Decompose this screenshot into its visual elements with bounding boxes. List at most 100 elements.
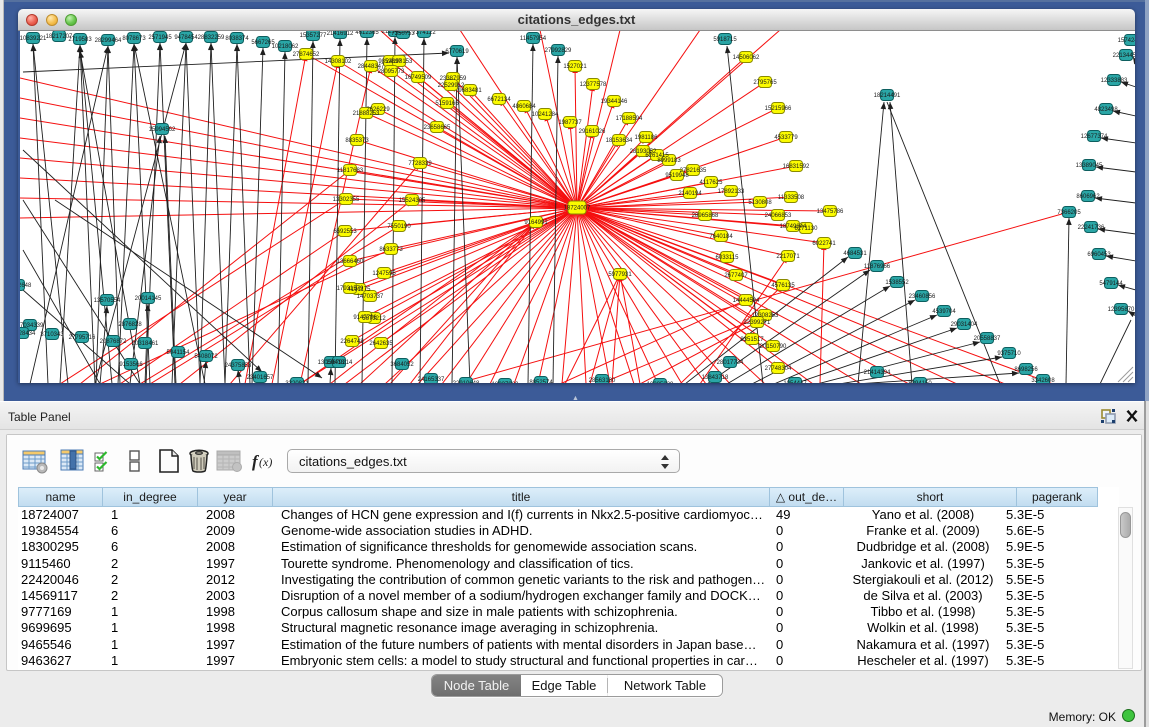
svg-text:16749509: 16749509 [405, 75, 432, 81]
svg-text:3710343: 3710343 [40, 332, 64, 338]
svg-text:24066853: 24066853 [765, 213, 792, 219]
svg-text:(x): (x) [259, 455, 272, 469]
svg-text:27748304: 27748304 [765, 366, 792, 372]
svg-text:4533779: 4533779 [774, 135, 798, 141]
svg-text:9147706: 9147706 [353, 315, 377, 321]
svg-text:1981186: 1981186 [635, 135, 659, 141]
svg-text:17892133: 17892133 [718, 189, 745, 195]
svg-text:7374122: 7374122 [412, 31, 436, 36]
svg-text:9683481: 9683481 [458, 88, 482, 94]
svg-text:20876872: 20876872 [100, 339, 127, 345]
svg-text:8698256: 8698256 [1014, 367, 1038, 373]
svg-text:20150790: 20150790 [760, 344, 787, 350]
svg-text:13679214: 13679214 [326, 360, 353, 366]
svg-text:24198153: 24198153 [386, 59, 413, 65]
svg-text:28965868: 28965868 [692, 213, 719, 219]
svg-text:10218062: 10218062 [272, 44, 299, 50]
svg-text:11457954: 11457954 [520, 36, 547, 42]
svg-text:12395870: 12395870 [1108, 307, 1135, 313]
svg-text:8606962: 8606962 [1076, 194, 1100, 200]
svg-text:21416912: 21416912 [327, 31, 354, 37]
svg-text:27992829: 27992829 [545, 48, 572, 54]
svg-text:13843718: 13843718 [702, 375, 729, 381]
svg-text:5408072: 5408072 [194, 354, 218, 360]
svg-text:15742460: 15742460 [1118, 38, 1135, 44]
svg-text:18214491: 18214491 [874, 93, 901, 99]
svg-text:5041154: 5041154 [167, 350, 191, 356]
svg-text:5479144: 5479144 [1099, 281, 1123, 287]
svg-text:12642648: 12642648 [20, 283, 32, 289]
svg-text:6770619: 6770619 [445, 49, 469, 55]
svg-text:23387959: 23387959 [440, 76, 467, 82]
svg-text:2795765: 2795765 [753, 80, 777, 86]
svg-text:11817683: 11817683 [337, 168, 364, 174]
svg-text:2140194: 2140194 [678, 191, 702, 197]
svg-text:6271130: 6271130 [795, 226, 819, 232]
svg-text:2571945: 2571945 [148, 35, 172, 41]
svg-text:20318461: 20318461 [132, 341, 159, 347]
svg-text:9153566: 9153566 [119, 362, 143, 368]
svg-text:8038374: 8038374 [225, 36, 249, 42]
svg-text:12333883: 12333883 [1101, 78, 1128, 84]
svg-text:2217071: 2217071 [776, 254, 800, 260]
svg-text:14308102: 14308102 [325, 59, 352, 65]
svg-text:13570554: 13570554 [94, 298, 121, 304]
svg-text:7350753: 7350753 [391, 31, 415, 37]
svg-text:7550190: 7550190 [387, 224, 411, 230]
svg-text:1538552: 1538552 [885, 280, 909, 286]
svg-text:13475786: 13475786 [817, 209, 844, 215]
svg-text:6692553: 6692553 [333, 229, 357, 235]
svg-text:7640184: 7640184 [709, 234, 733, 240]
svg-text:29161026: 29161026 [579, 129, 606, 135]
svg-text:23658665: 23658665 [424, 125, 451, 131]
svg-text:8835373: 8835373 [345, 138, 369, 144]
svg-text:12677374: 12677374 [1081, 134, 1108, 140]
svg-text:9375710: 9375710 [997, 351, 1021, 357]
svg-text:29031404: 29031404 [951, 322, 978, 328]
svg-text:5918715: 5918715 [713, 37, 737, 43]
svg-text:15128434: 15128434 [20, 331, 36, 337]
svg-text:18724007: 18724007 [564, 206, 591, 212]
svg-text:28095773: 28095773 [378, 69, 405, 75]
svg-text:22241736: 22241736 [1078, 225, 1105, 231]
svg-text:18153634: 18153634 [606, 138, 633, 144]
svg-text:10241284: 10241284 [532, 112, 559, 118]
svg-text:27874652: 27874652 [293, 52, 320, 58]
svg-text:4860684: 4860684 [512, 104, 536, 110]
svg-text:15215966: 15215966 [765, 106, 792, 112]
svg-text:27795716: 27795716 [69, 335, 96, 341]
svg-text:6672134: 6672134 [487, 97, 511, 103]
svg-text:8078673: 8078673 [122, 36, 146, 42]
svg-text:9519948: 9519948 [665, 173, 689, 179]
svg-text:28017734: 28017734 [717, 360, 744, 366]
svg-text:5130808: 5130808 [748, 200, 772, 206]
svg-text:12308253: 12308253 [752, 313, 779, 319]
svg-text:9478454: 9478454 [174, 35, 198, 41]
svg-text:2719583: 2719583 [68, 37, 92, 43]
svg-text:4539704: 4539704 [932, 309, 956, 315]
svg-text:13389045: 13389045 [1076, 163, 1103, 169]
svg-text:16831592: 16831592 [783, 164, 810, 170]
svg-text:3684052: 3684052 [390, 362, 414, 368]
svg-text:9164991: 9164991 [524, 220, 548, 226]
svg-text:14506062: 14506062 [733, 55, 760, 61]
svg-text:23401657: 23401657 [247, 375, 274, 381]
svg-text:5159166: 5159166 [435, 101, 459, 107]
svg-text:6022741: 6022741 [812, 241, 836, 247]
svg-text:2876828: 2876828 [118, 322, 142, 328]
svg-text:2264748: 2264748 [340, 339, 364, 345]
svg-text:7728339: 7728339 [408, 161, 432, 167]
svg-text:6033115: 6033115 [716, 255, 740, 261]
svg-text:27034339: 27034339 [20, 323, 44, 329]
svg-text:6960453: 6960453 [1087, 252, 1111, 258]
svg-text:10839221: 10839221 [20, 36, 47, 42]
svg-text:2677407: 2677407 [724, 273, 748, 279]
svg-text:14444504: 14444504 [733, 298, 760, 304]
svg-text:4117625: 4117625 [700, 180, 724, 186]
svg-text:17188594: 17188594 [616, 116, 643, 122]
svg-text:5977931: 5977931 [608, 272, 632, 278]
svg-text:1987737: 1987737 [558, 120, 582, 126]
svg-text:4823498: 4823498 [1094, 107, 1118, 113]
svg-text:1247595: 1247595 [372, 271, 396, 277]
svg-text:11333508: 11333508 [778, 195, 805, 201]
